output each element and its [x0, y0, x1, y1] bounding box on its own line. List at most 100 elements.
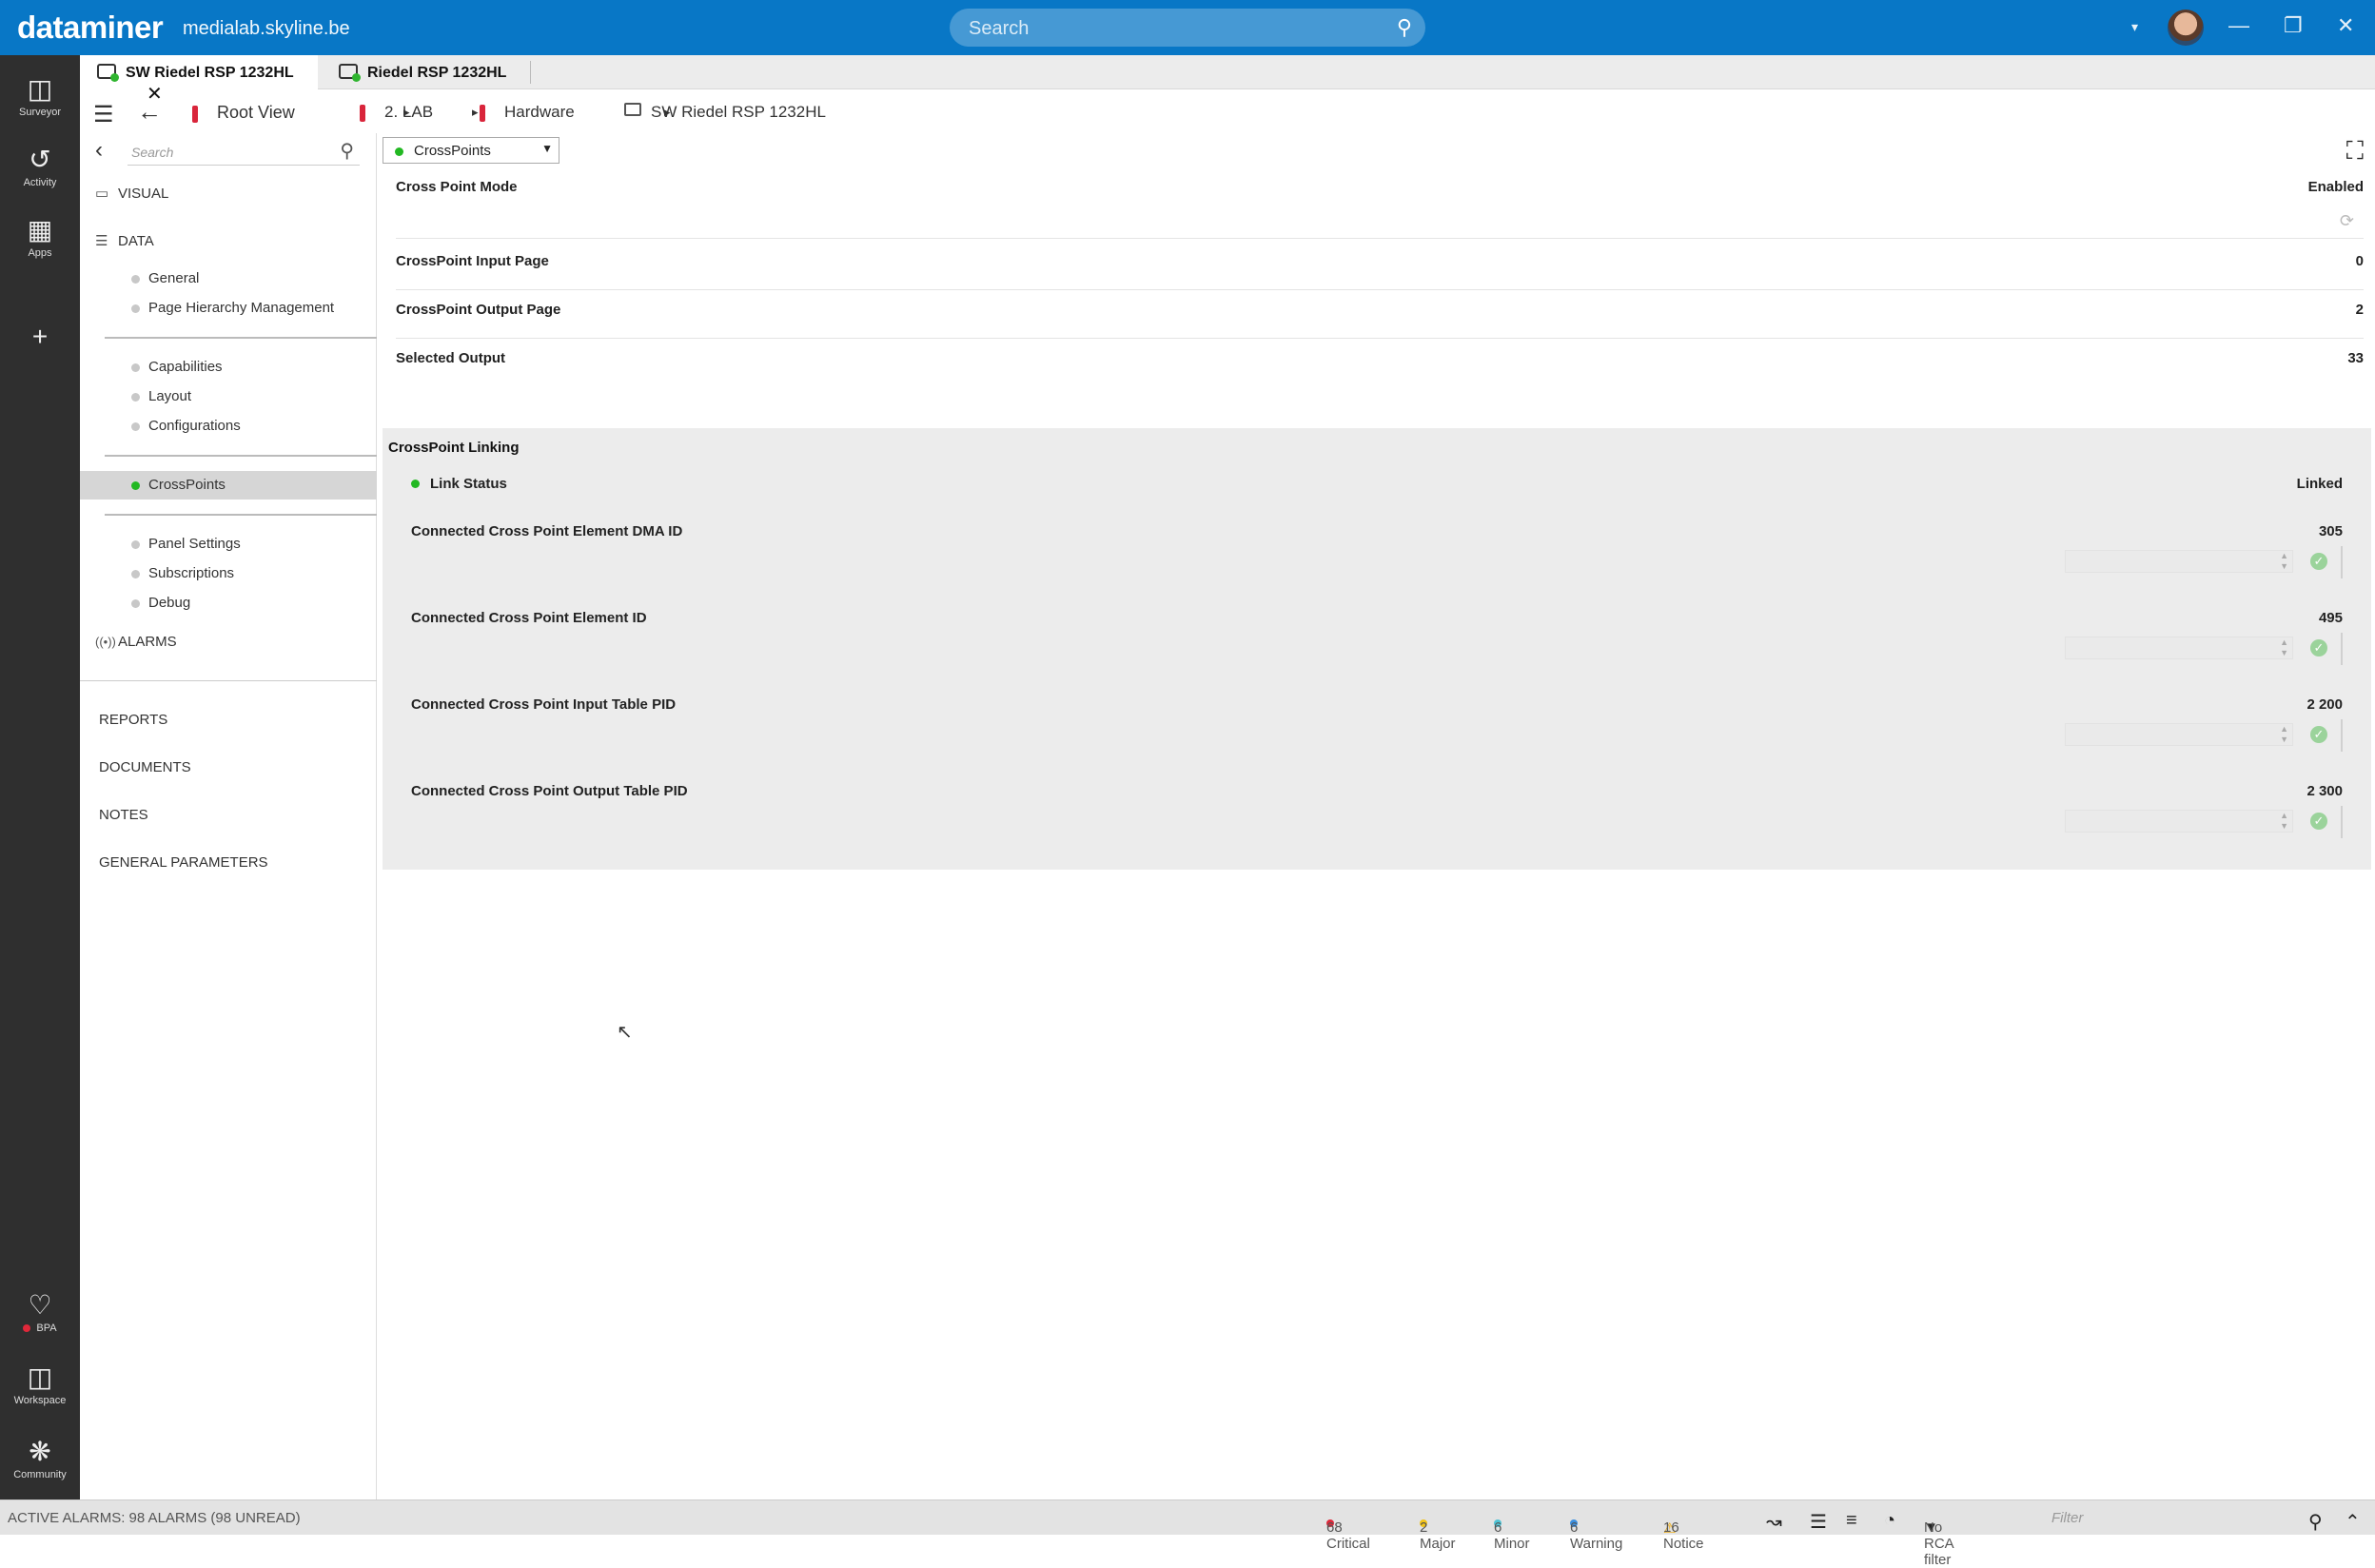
data-page: CrossPoints ▼ ⛶ Cross Point Mode Enabled… — [379, 133, 2375, 1499]
breadcrumb-element[interactable]: SW Riedel RSP 1232HL — [624, 103, 826, 122]
close-window-icon[interactable]: ✕ — [2337, 13, 2354, 38]
pie-chart-icon[interactable]: ◔ — [1884, 1510, 1895, 1532]
back-arrow-icon[interactable]: ← — [137, 97, 162, 127]
global-search-placeholder: Search — [969, 18, 1030, 39]
apply-check-icon[interactable]: ✓ — [2310, 553, 2327, 570]
refresh-icon[interactable]: ⟳ — [2340, 211, 2354, 231]
param-value: 2 200 — [2306, 696, 2343, 713]
param-cross-point-mode: Cross Point Mode Enabled — [396, 179, 2364, 195]
page-dot-icon — [131, 393, 140, 402]
expand-up-icon[interactable]: ⌃ — [2345, 1510, 2361, 1534]
apply-check-icon[interactable]: ✓ — [2310, 813, 2327, 830]
heartbeat-icon: ♡ — [28, 1290, 52, 1320]
nav-alarms[interactable]: ((•)) ALARMS — [95, 634, 177, 650]
fullscreen-icon[interactable]: ⛶ — [2346, 136, 2364, 167]
nav-item-layout[interactable]: Layout — [80, 382, 377, 411]
nav-visual[interactable]: ▭ VISUAL — [95, 185, 168, 202]
stepper-arrows-icon[interactable]: ▲ ▼ — [2280, 811, 2288, 832]
nav-item-panel-settings[interactable]: Panel Settings — [80, 530, 377, 559]
mouse-cursor-icon: ↖ — [617, 1022, 633, 1043]
breadcrumb-lab[interactable]: 2. LAB ▸ — [360, 103, 479, 122]
divider — [2341, 806, 2343, 838]
page-dot-icon — [131, 363, 140, 372]
page-dot-icon — [131, 422, 140, 431]
tab-riedel[interactable]: Riedel RSP 1232HL — [322, 61, 531, 84]
sort-icon[interactable]: ≡ — [1846, 1510, 1857, 1532]
nav-data[interactable]: ☰ DATA — [95, 232, 154, 249]
input-table-pid-stepper[interactable]: ▲ ▼ — [2065, 723, 2293, 746]
rail-add[interactable]: + — [0, 320, 80, 354]
stepper-arrows-icon[interactable]: ▲ ▼ — [2280, 551, 2288, 572]
apply-check-icon[interactable]: ✓ — [2310, 726, 2327, 743]
dma-id-stepper[interactable]: ▲ ▼ — [2065, 550, 2293, 573]
param-value: Linked — [2296, 476, 2343, 492]
list-view-icon[interactable]: ☰ — [1810, 1510, 1827, 1534]
stepper-arrows-icon[interactable]: ▲ ▼ — [2280, 637, 2288, 658]
alarm-broadcast-icon: ((•)) — [95, 635, 116, 649]
collapse-back-icon[interactable]: ‹ — [95, 137, 103, 164]
nav-item-capabilities[interactable]: Capabilities — [80, 353, 377, 382]
view-status-icon — [480, 104, 485, 122]
nav-documents[interactable]: DOCUMENTS — [99, 759, 191, 775]
panel-title: CrossPoint Linking — [388, 440, 520, 456]
chevron-down-icon: ▼ — [541, 142, 553, 155]
rail-bpa-label: BPA — [23, 1323, 57, 1334]
page-dot-icon — [131, 304, 140, 313]
global-search-input[interactable]: Search ⚲ — [950, 9, 1425, 47]
element-id-stepper[interactable]: ▲ ▼ — [2065, 637, 2293, 659]
divider — [105, 337, 377, 339]
nav-reports[interactable]: REPORTS — [99, 712, 167, 728]
rail-workspace[interactable]: ◫ Workspace — [0, 1361, 80, 1406]
alarm-filter-input[interactable]: Filter — [2051, 1510, 2083, 1526]
rail-bpa[interactable]: ♡ BPA — [0, 1288, 80, 1334]
nav-item-crosspoints[interactable]: CrossPoints — [80, 471, 377, 500]
nav-item-page-hierarchy[interactable]: Page Hierarchy Management — [80, 294, 377, 323]
hamburger-menu-icon[interactable]: ☰ — [93, 101, 114, 128]
element-icon — [339, 64, 361, 82]
divider — [80, 680, 377, 681]
breadcrumb-hardware[interactable]: Hardware ▸ — [480, 103, 671, 122]
param-value: 33 — [2347, 350, 2364, 366]
alarm-status-bar: ACTIVE ALARMS: 98 ALARMS (98 UNREAD) 68 … — [0, 1499, 2375, 1568]
page-dot-icon — [131, 540, 140, 549]
rail-apps-label: Apps — [28, 247, 52, 259]
nav-item-general[interactable]: General — [80, 265, 377, 293]
apply-check-icon[interactable]: ✓ — [2310, 639, 2327, 657]
tab-label: Riedel RSP 1232HL — [367, 65, 507, 81]
page-status-dot — [395, 147, 403, 156]
element-icon — [624, 103, 641, 116]
breadcrumb-root-view[interactable]: Root View ▸ — [192, 103, 410, 123]
rail-apps[interactable]: ▦ Apps — [0, 213, 80, 259]
surveyor-icon: ◫ — [27, 74, 53, 104]
rail-activity[interactable]: ↺ Activity — [0, 143, 80, 188]
nav-search-input[interactable]: Search ⚲ — [128, 137, 360, 166]
nav-item-configurations[interactable]: Configurations — [80, 412, 377, 441]
nav-item-debug[interactable]: Debug — [80, 589, 377, 617]
tab-sw-riedel[interactable]: SW Riedel RSP 1232HL ✕ — [80, 55, 318, 105]
page-select-dropdown[interactable]: CrossPoints ▼ — [383, 137, 559, 164]
param-value: 0 — [2355, 253, 2364, 269]
dataminer-logo: dataminer — [17, 10, 164, 45]
restore-icon[interactable]: ❐ — [2284, 13, 2303, 38]
nav-item-subscriptions[interactable]: Subscriptions — [80, 559, 377, 588]
param-input-table-pid: Connected Cross Point Input Table PID 2 … — [411, 696, 2343, 713]
rail-community[interactable]: ❋ Community — [0, 1435, 80, 1480]
search-icon[interactable]: ⚲ — [2308, 1510, 2323, 1534]
dropdown-chevron-icon[interactable]: ▾ — [2131, 19, 2138, 35]
user-avatar[interactable] — [2168, 10, 2204, 46]
monitor-icon: ▭ — [95, 186, 109, 202]
param-value: Enabled — [2307, 179, 2364, 195]
param-crosspoint-output-page: CrossPoint Output Page 2 — [396, 302, 2364, 318]
nav-general-parameters[interactable]: GENERAL PARAMETERS — [99, 854, 268, 871]
page-dot-icon — [131, 599, 140, 608]
breadcrumb-arrow-icon[interactable]: ▸ — [472, 105, 479, 120]
nav-notes[interactable]: NOTES — [99, 807, 148, 823]
rail-activity-label: Activity — [23, 177, 57, 188]
active-alarms-summary[interactable]: ACTIVE ALARMS: 98 ALARMS (98 UNREAD) — [8, 1510, 301, 1526]
minimize-icon[interactable]: — — [2228, 13, 2249, 38]
rail-surveyor[interactable]: ◫ Surveyor — [0, 72, 80, 118]
card-tab-bar: SW Riedel RSP 1232HL ✕ Riedel RSP 1232HL — [80, 55, 2375, 105]
output-table-pid-stepper[interactable]: ▲ ▼ — [2065, 810, 2293, 833]
trend-chart-icon[interactable]: ↝ — [1766, 1510, 1782, 1534]
stepper-arrows-icon[interactable]: ▲ ▼ — [2280, 724, 2288, 745]
